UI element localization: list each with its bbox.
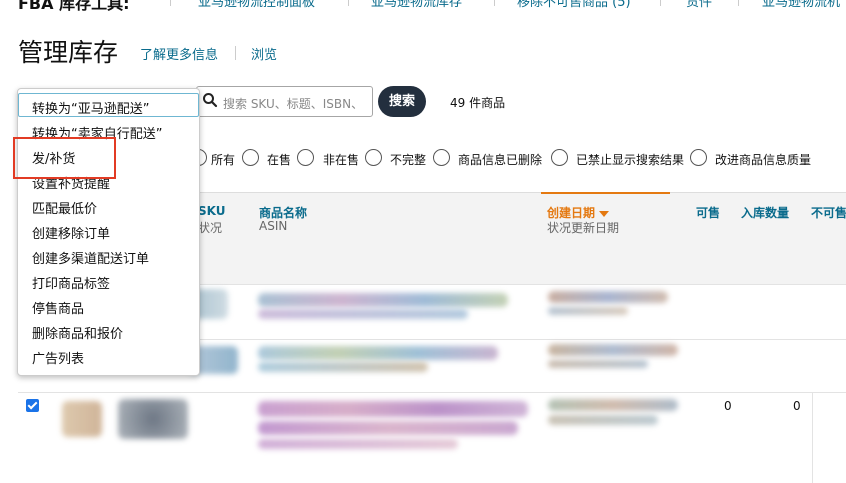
nav-item-fba-dashboard[interactable]: 亚马逊物流控制面板 (198, 0, 315, 10)
active-sort-indicator (541, 192, 670, 194)
menu-item-create-removal[interactable]: 创建移除订单 (32, 223, 110, 242)
nav-separator (660, 0, 661, 6)
nav-separator (348, 0, 349, 6)
column-asin-sub: ASIN (259, 219, 288, 233)
date-redacted (548, 399, 678, 411)
nav-item-shipments[interactable]: 货件 (686, 0, 712, 10)
product-name-redacted (258, 309, 468, 319)
product-thumbnail (118, 399, 188, 439)
available-value: 0 (724, 399, 732, 413)
filter-radio-quality[interactable] (690, 149, 707, 166)
date-redacted (548, 344, 678, 356)
search-icon (203, 93, 218, 108)
column-created-date-label: 创建日期 (547, 206, 596, 220)
nav-brand: FBA 库存工具: (18, 0, 130, 13)
search-button[interactable]: 搜索 (378, 86, 426, 117)
product-name-redacted (258, 346, 498, 360)
nav-separator (738, 0, 739, 6)
learn-more-link[interactable]: 了解更多信息 (140, 44, 218, 63)
search-placeholder: 搜索 SKU、标题、ISBN、 (223, 97, 364, 111)
column-inbound[interactable]: 入库数量 (741, 204, 789, 221)
menu-item-print-labels[interactable]: 打印商品标签 (32, 273, 110, 292)
product-name-redacted (258, 439, 458, 449)
item-count: 49 件商品 (450, 96, 506, 110)
filter-label-inactive: 非在售 (323, 153, 360, 167)
filter-radio-inactive[interactable] (297, 149, 314, 166)
column-sku-sub: 状况 (198, 221, 223, 235)
date-redacted (548, 415, 658, 425)
filter-radio-suppressed[interactable] (551, 149, 568, 166)
nav-item-fba-inventory[interactable]: 亚马逊物流库存 (371, 0, 462, 10)
product-thumbnail (62, 401, 102, 437)
filter-radio-deleted[interactable] (433, 149, 450, 166)
inbound-value: 0 (793, 399, 801, 413)
date-redacted (548, 291, 668, 303)
annotation-highlight-box (13, 137, 116, 179)
filter-label-active: 在售 (267, 153, 292, 167)
table-row[interactable] (18, 392, 846, 483)
top-nav: FBA 库存工具: 亚马逊物流控制面板 亚马逊物流库存 移除不可售商品 (5) … (0, 0, 846, 13)
filter-label-incomplete: 不完整 (390, 153, 427, 167)
date-redacted (548, 360, 648, 368)
menu-item-stop-selling[interactable]: 停售商品 (32, 298, 84, 317)
menu-item-advertise[interactable]: 广告列表 (32, 348, 84, 367)
column-available[interactable]: 可售 (696, 204, 720, 221)
column-unfulfillable[interactable]: 不可售 (811, 204, 846, 221)
column-divider (812, 392, 813, 483)
product-name-redacted (258, 293, 508, 307)
browse-link[interactable]: 浏览 (251, 44, 277, 63)
filter-label-quality: 改进商品信息质量 (715, 153, 812, 167)
filter-label-all: 所有 (211, 153, 236, 167)
column-sku[interactable]: SKU (198, 204, 225, 218)
column-status-date-sub: 状况更新日期 (547, 221, 620, 235)
filter-radio-active[interactable] (242, 149, 259, 166)
menu-item-convert-fba[interactable]: 转换为“亚马逊配送” (32, 98, 149, 117)
date-redacted (548, 307, 628, 315)
nav-item-fba-more[interactable]: 亚马逊物流机 (762, 0, 840, 10)
product-name-redacted (258, 401, 528, 417)
filter-label-suppressed: 已禁止显示搜索结果 (576, 153, 685, 167)
product-name-redacted (258, 362, 428, 372)
menu-item-match-low-price[interactable]: 匹配最低价 (32, 198, 97, 217)
filter-radio-incomplete[interactable] (365, 149, 382, 166)
nav-separator (170, 0, 171, 6)
menu-item-multichannel-order[interactable]: 创建多渠道配送订单 (32, 248, 149, 267)
bulk-action-dropdown: 转换为“亚马逊配送” 转换为“卖家自行配送” 发/补货 设置补货提醒 匹配最低价… (17, 88, 200, 376)
page-title: 管理库存 (18, 38, 119, 67)
menu-item-delete-listing[interactable]: 删除商品和报价 (32, 323, 123, 342)
filter-label-deleted: 商品信息已删除 (458, 153, 543, 167)
product-name-redacted (258, 421, 518, 435)
title-separator (235, 46, 236, 60)
row-select-checkbox[interactable] (26, 399, 39, 412)
sort-down-icon (599, 210, 610, 217)
nav-separator (494, 0, 495, 6)
nav-item-removal[interactable]: 移除不可售商品 (5) (517, 0, 631, 10)
